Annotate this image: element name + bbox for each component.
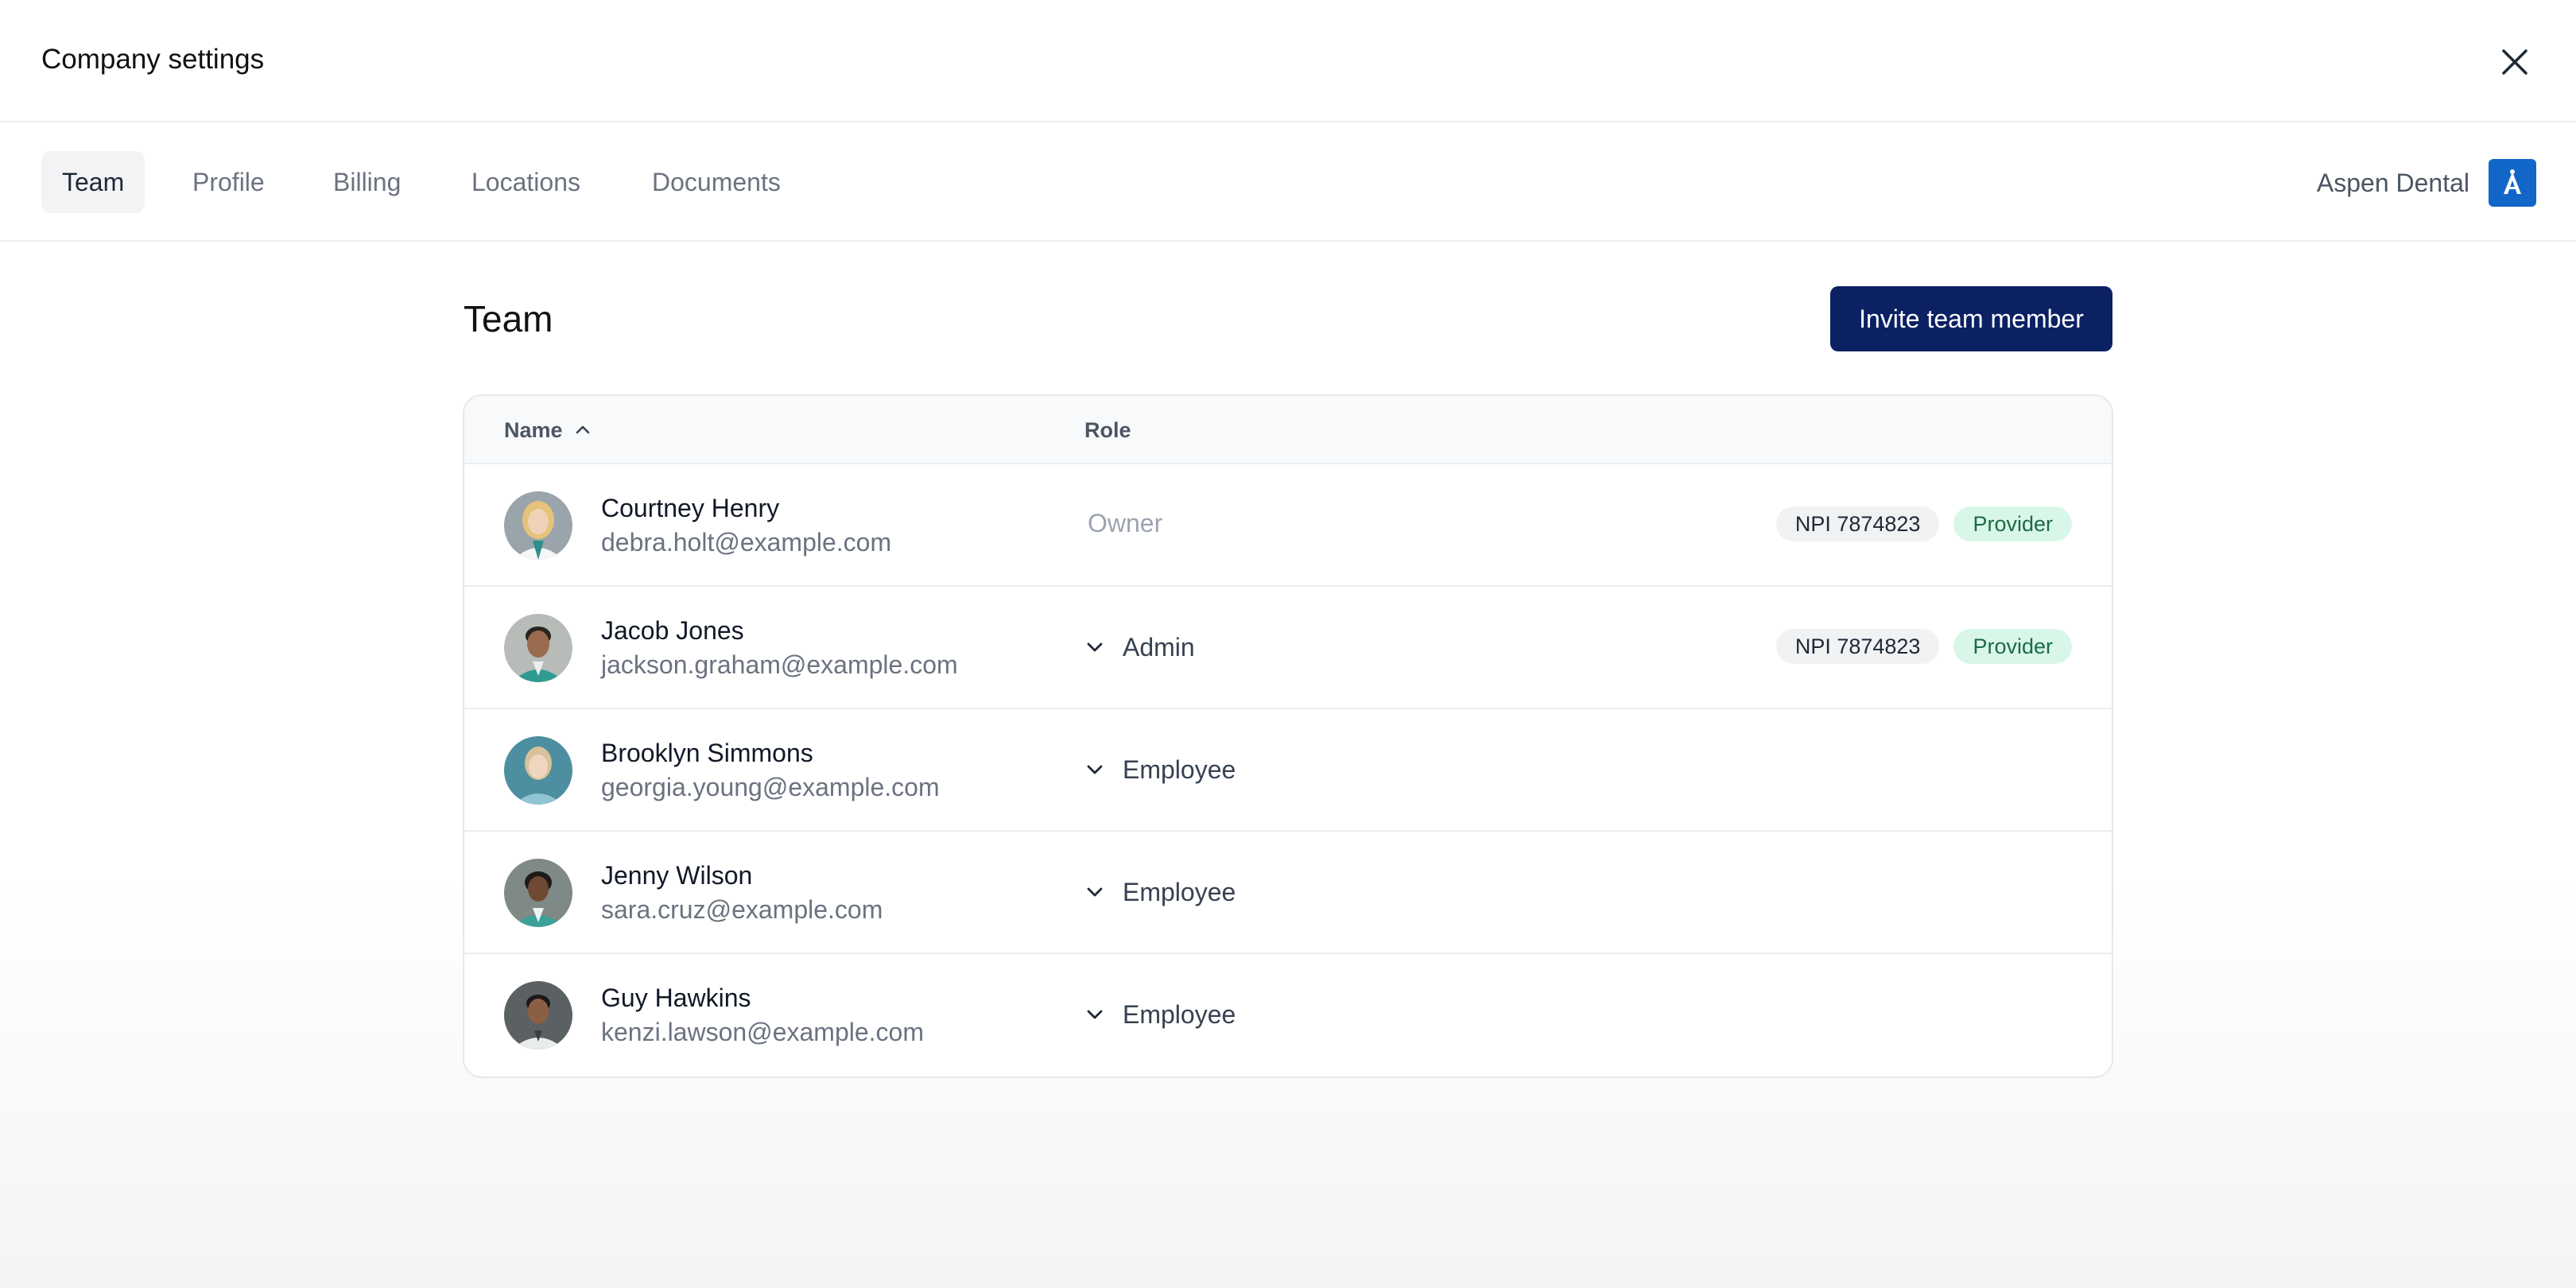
aspen-logo-icon [2504, 169, 2521, 194]
column-header-name-label: Name [504, 417, 563, 442]
chevron-down-icon [1087, 1010, 1103, 1019]
avatar [504, 491, 572, 560]
close-icon [2502, 49, 2528, 75]
page-title: Team [464, 298, 553, 339]
member-email: debra.holt@example.com [601, 528, 892, 557]
role-value: Employee [1123, 999, 1236, 1029]
member-name: Guy Hawkins [601, 983, 751, 1012]
role-value: Employee [1123, 755, 1236, 784]
table-header: Name Role [464, 396, 2112, 464]
member-name: Brooklyn Simmons [601, 739, 813, 767]
tab-documents[interactable]: Documents [631, 151, 801, 213]
member-email: sara.cruz@example.com [601, 895, 883, 924]
company-logo [2489, 159, 2536, 207]
member-name: Jenny Wilson [601, 861, 753, 890]
table-row: Courtney Henry debra.holt@example.com Ow… [464, 464, 2112, 587]
tab-bar: Team Profile Billing Locations Documents… [0, 122, 2576, 242]
modal-header: Company settings [0, 0, 2576, 122]
chevron-down-icon [1087, 765, 1103, 774]
close-button[interactable] [2495, 40, 2535, 84]
chevron-down-icon [1087, 642, 1103, 652]
company-name: Aspen Dental [2316, 168, 2469, 197]
modal-title: Company settings [41, 44, 265, 75]
member-name: Courtney Henry [601, 494, 780, 522]
role-value: Owner [1088, 509, 1163, 537]
role-value: Admin [1123, 632, 1195, 661]
provider-badge: Provider [1953, 629, 2072, 664]
chevron-down-icon [1087, 887, 1103, 897]
npi-badge: NPI 7874823 [1775, 506, 1940, 541]
team-table: Name Role Courtney Henry debra.holt@exam… [463, 394, 2113, 1078]
member-email: georgia.young@example.com [601, 773, 940, 801]
invite-team-member-button[interactable]: Invite team member [1830, 286, 2112, 351]
tab-team[interactable]: Team [41, 151, 145, 213]
member-email: kenzi.lawson@example.com [601, 1018, 924, 1046]
tab-profile[interactable]: Profile [172, 151, 285, 213]
avatar [504, 614, 572, 682]
avatar [504, 736, 572, 805]
member-badges: NPI 7874823 Provider [1775, 629, 2072, 664]
member-name: Jacob Jones [601, 616, 744, 645]
role-dropdown[interactable]: Employee [1084, 747, 1236, 792]
tab-locations[interactable]: Locations [451, 151, 601, 213]
table-row: Jacob Jones jackson.graham@example.com A… [464, 587, 2112, 709]
npi-badge: NPI 7874823 [1775, 629, 1940, 664]
role-dropdown[interactable]: Admin [1084, 625, 1195, 669]
tab-billing[interactable]: Billing [312, 151, 421, 213]
table-row: Guy Hawkins kenzi.lawson@example.com Emp… [464, 954, 2112, 1077]
member-email: jackson.graham@example.com [601, 650, 958, 679]
avatar [504, 859, 572, 927]
column-header-name[interactable]: Name [504, 396, 592, 464]
provider-badge: Provider [1953, 506, 2072, 541]
avatar [504, 981, 572, 1049]
table-row: Brooklyn Simmons georgia.young@example.c… [464, 709, 2112, 832]
table-row: Jenny Wilson sara.cruz@example.com Emplo… [464, 832, 2112, 954]
role-dropdown[interactable]: Employee [1084, 870, 1236, 914]
member-badges: NPI 7874823 Provider [1775, 506, 2072, 541]
role-dropdown[interactable]: Employee [1084, 992, 1236, 1037]
role-value: Employee [1123, 877, 1236, 906]
column-header-role: Role [1084, 417, 1131, 442]
company-switcher[interactable]: Aspen Dental [2317, 159, 2536, 207]
sort-ascending-icon [576, 425, 589, 434]
